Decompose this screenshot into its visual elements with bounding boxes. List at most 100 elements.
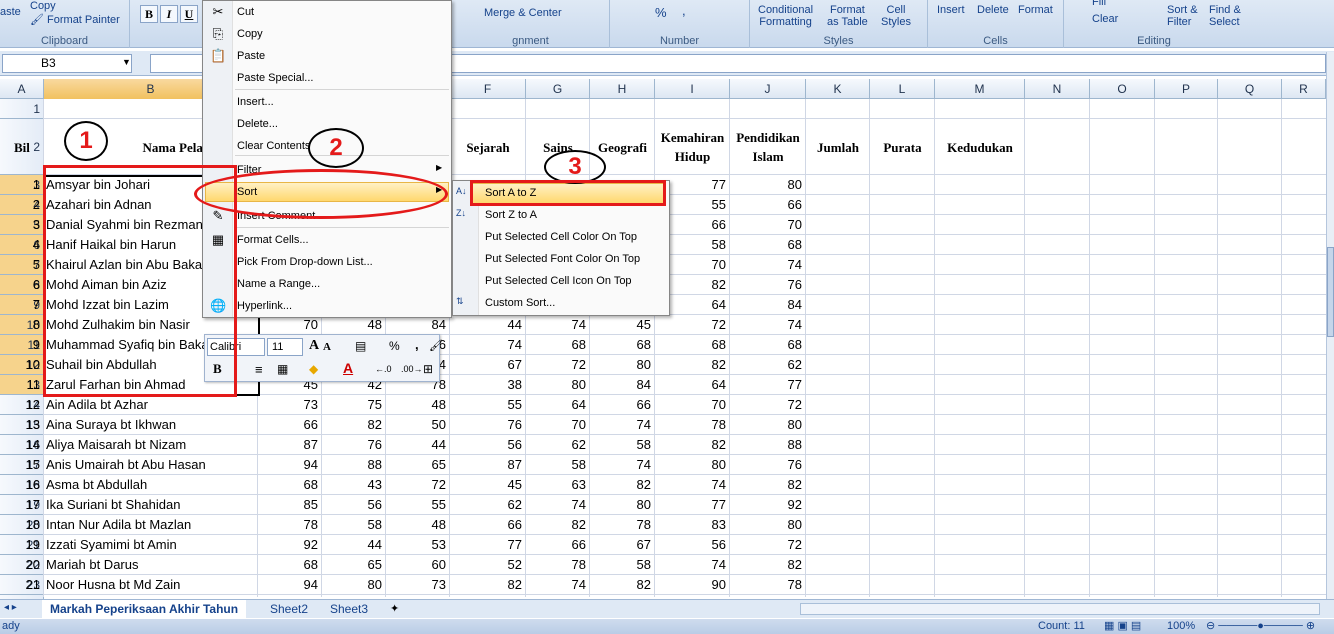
cell-score[interactable]: 72	[386, 475, 450, 495]
cell-score[interactable]: 72	[655, 315, 730, 335]
merge-center-button[interactable]: Merge & Center	[484, 7, 562, 19]
menu-item-pick-dropdown[interactable]: Pick From Drop-down List...	[237, 253, 373, 271]
cell-score[interactable]: 66	[590, 395, 655, 415]
cell-score[interactable]: 38	[450, 375, 526, 395]
cell-score[interactable]: 74	[526, 575, 590, 595]
cell-score[interactable]: 58	[526, 455, 590, 475]
cell-score[interactable]: 84	[730, 295, 806, 315]
underline-button[interactable]: U	[180, 5, 198, 23]
cell-score[interactable]: 58	[590, 555, 655, 575]
cell-bil[interactable]: 13	[0, 415, 44, 435]
cell-bil[interactable]: 3	[0, 215, 44, 235]
cell-score[interactable]: 65	[386, 455, 450, 475]
cell-bil[interactable]: 16	[0, 475, 44, 495]
cell-score[interactable]: 66	[526, 535, 590, 555]
cell-score[interactable]: 77	[450, 535, 526, 555]
cell-score[interactable]: 45	[590, 315, 655, 335]
mini-comma-button[interactable]: ,	[415, 337, 419, 352]
cell-bil[interactable]: 18	[0, 515, 44, 535]
cell-score[interactable]: 88	[322, 455, 386, 475]
mini-percent-button[interactable]: %	[389, 339, 400, 353]
cell-score[interactable]: 76	[450, 415, 526, 435]
column-header-g[interactable]: G	[526, 79, 590, 99]
cell-score[interactable]: 48	[322, 315, 386, 335]
cell-score[interactable]: 80	[590, 495, 655, 515]
header-bil[interactable]: Bil	[0, 119, 44, 175]
insert-sheet-icon[interactable]: ✦	[390, 602, 399, 615]
cell-score[interactable]: 44	[322, 535, 386, 555]
cell-score[interactable]: 74	[450, 335, 526, 355]
cell-score[interactable]: 92	[730, 495, 806, 515]
cell-score[interactable]: 53	[386, 535, 450, 555]
column-header-i[interactable]: I	[655, 79, 730, 99]
cell-score[interactable]: 74	[730, 315, 806, 335]
column-header-o[interactable]: O	[1090, 79, 1155, 99]
cell-score[interactable]: 78	[730, 575, 806, 595]
conditional-formatting-button[interactable]: Conditional Formatting	[758, 4, 813, 28]
cell-score[interactable]: 62	[526, 435, 590, 455]
cell-bil[interactable]: 10	[0, 355, 44, 375]
align-center-icon[interactable]: ≡	[255, 362, 263, 377]
cell-score[interactable]: 66	[730, 195, 806, 215]
submenu-item-custom-sort[interactable]: Custom Sort...	[485, 294, 555, 312]
column-header-p[interactable]: P	[1155, 79, 1218, 99]
cell-score[interactable]: 78	[258, 515, 322, 535]
menu-item-cut[interactable]: Cut	[237, 3, 254, 21]
delete-button[interactable]: Delete	[977, 4, 1009, 16]
menu-item-paste[interactable]: Paste	[237, 47, 265, 65]
cell-bil[interactable]: 5	[0, 255, 44, 275]
cell-name[interactable]: Ika Suriani bt Shahidan	[46, 495, 258, 515]
percent-button[interactable]: %	[655, 6, 667, 19]
cell-score[interactable]: 72	[730, 395, 806, 415]
zoom-level[interactable]: 100%	[1167, 619, 1195, 634]
zoom-slider[interactable]: ⊖ ─────●───── ⊕	[1206, 619, 1315, 634]
cell-score[interactable]: 73	[258, 395, 322, 415]
header-pendidikan[interactable]: Pendidikan Islam	[730, 119, 806, 175]
row-header[interactable]: 1	[0, 99, 44, 119]
cell-score[interactable]: 80	[730, 515, 806, 535]
cell-score[interactable]: 68	[526, 335, 590, 355]
cell-score[interactable]: 66	[450, 515, 526, 535]
cell-score[interactable]: 92	[258, 535, 322, 555]
cell-score[interactable]: 82	[590, 475, 655, 495]
cell-score[interactable]: 74	[590, 455, 655, 475]
cell-score[interactable]: 80	[730, 415, 806, 435]
cell-score[interactable]: 94	[258, 575, 322, 595]
header-purata[interactable]: Purata	[870, 119, 935, 175]
cell-score[interactable]: 80	[526, 375, 590, 395]
column-header-k[interactable]: K	[806, 79, 870, 99]
cell-score[interactable]: 70	[526, 415, 590, 435]
cell-score[interactable]: 80	[322, 575, 386, 595]
cell-score[interactable]: 58	[590, 435, 655, 455]
cell-score[interactable]: 48	[386, 395, 450, 415]
column-header-r[interactable]: R	[1282, 79, 1326, 99]
cell-score[interactable]: 74	[590, 415, 655, 435]
accounting-format-icon[interactable]: ▤	[355, 339, 366, 353]
cell-score[interactable]: 55	[450, 395, 526, 415]
comma-button[interactable]: ,	[682, 4, 686, 17]
cell-score[interactable]: 62	[730, 355, 806, 375]
cell-score[interactable]: 76	[730, 275, 806, 295]
cell-score[interactable]: 77	[655, 495, 730, 515]
cell-name[interactable]: Mariah bt Darus	[46, 555, 258, 575]
cell-score[interactable]: 84	[386, 315, 450, 335]
format-painter-button[interactable]: 🖌 Format Painter	[30, 14, 120, 26]
submenu-item-sort-z-a[interactable]: Sort Z to A	[485, 206, 537, 224]
cell-bil[interactable]: 20	[0, 555, 44, 575]
menu-item-delete[interactable]: Delete...	[237, 115, 278, 133]
cell-score[interactable]: 78	[655, 415, 730, 435]
menu-item-copy[interactable]: Copy	[237, 25, 263, 43]
submenu-item-cell-color-top[interactable]: Put Selected Cell Color On Top	[485, 228, 637, 246]
cell-score[interactable]: 82	[730, 555, 806, 575]
cell-score[interactable]: 80	[730, 175, 806, 195]
insert-button[interactable]: Insert	[937, 4, 965, 16]
decrease-decimal-icon[interactable]: .00→	[401, 364, 423, 374]
clear-button[interactable]: Clear	[1092, 13, 1118, 25]
cell-score[interactable]: 60	[386, 555, 450, 575]
cell-score[interactable]: 74	[730, 255, 806, 275]
cell-score[interactable]: 94	[258, 455, 322, 475]
vertical-scrollbar[interactable]	[1326, 52, 1334, 599]
cell-score[interactable]: 66	[258, 415, 322, 435]
cell-score[interactable]: 68	[730, 335, 806, 355]
sort-filter-button[interactable]: Sort & Filter	[1167, 4, 1198, 28]
